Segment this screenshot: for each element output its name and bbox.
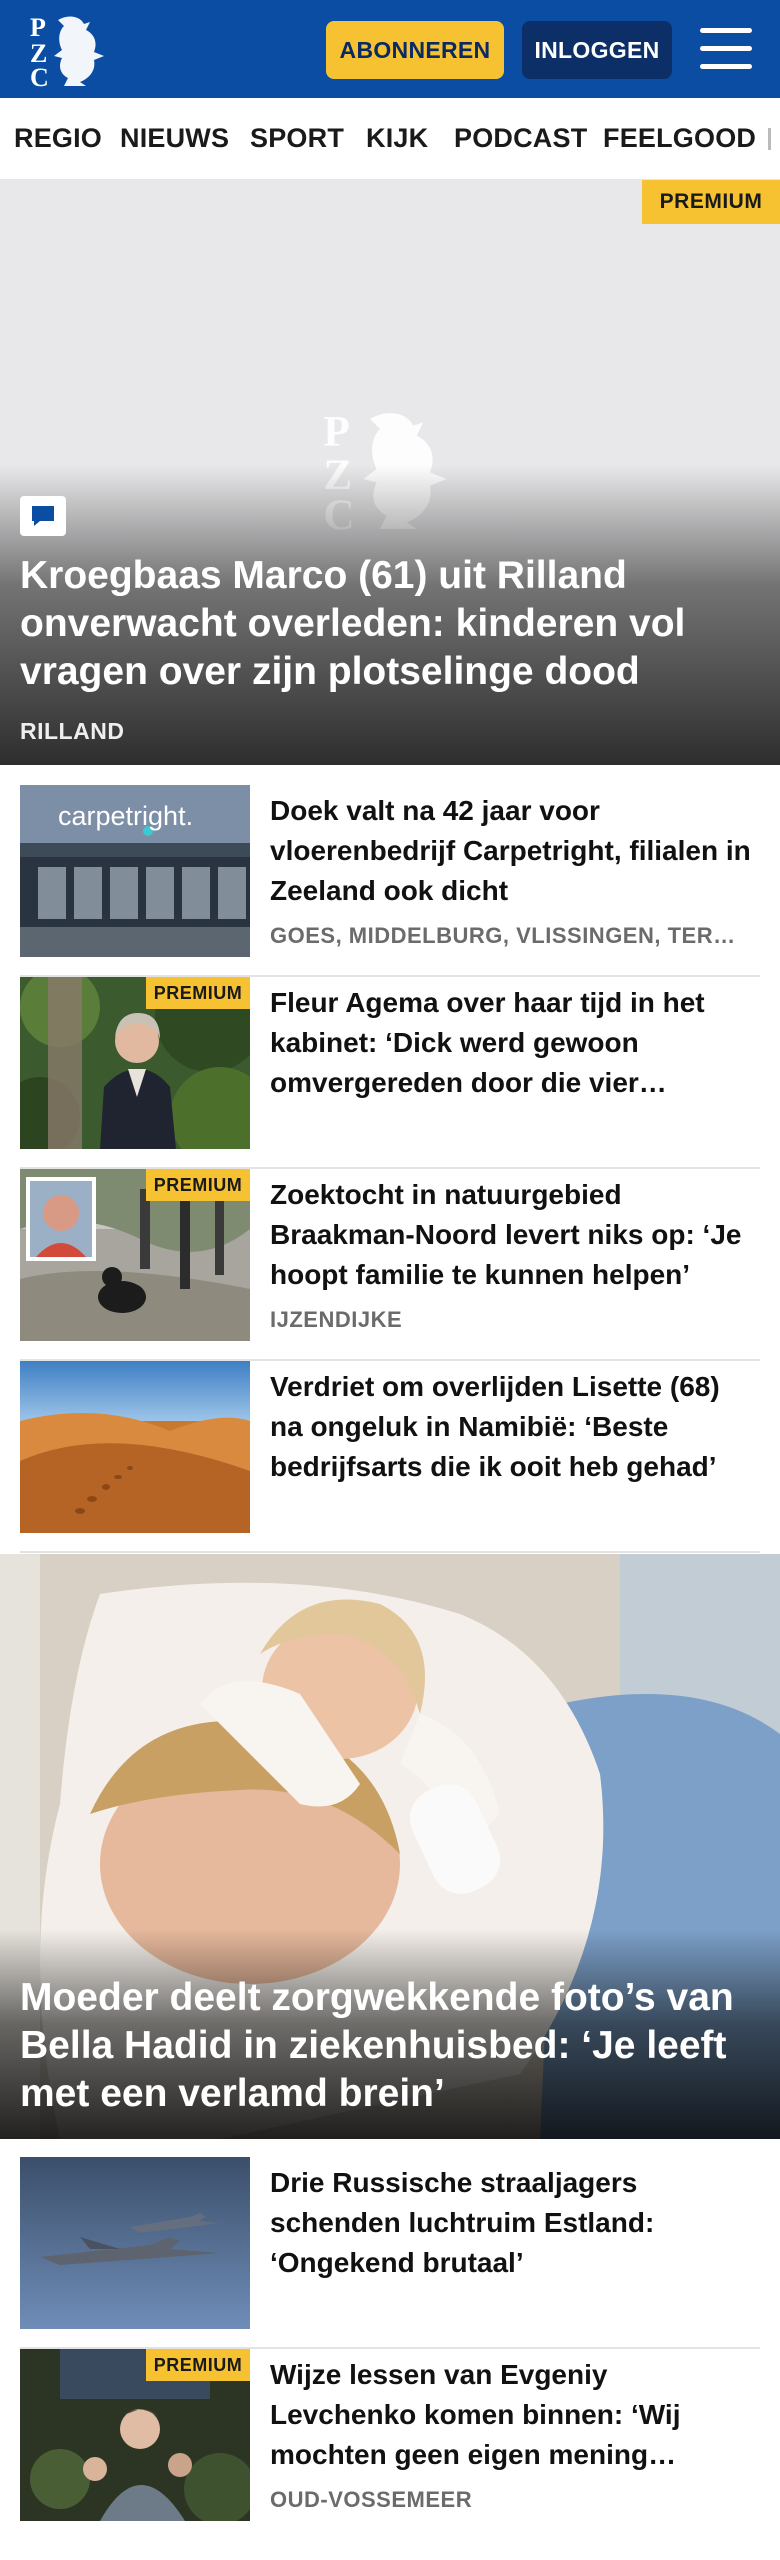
article-location: OUD-VOSSEMEER	[270, 2487, 473, 2512]
article-thumbnail: PREMIUM	[20, 1169, 250, 1341]
article-title[interactable]: Fleur Agema over haar tijd in het kabine…	[270, 983, 760, 1103]
main-navigation: REGIO NIEUWS SPORT KIJK PODCAST FEELGOOD	[0, 98, 780, 180]
pzc-logo[interactable]: P Z C	[28, 12, 112, 88]
subscribe-button[interactable]: ABONNEREN	[326, 21, 504, 79]
nav-item-regio[interactable]: REGIO	[14, 123, 102, 154]
nav-overflow-divider	[768, 128, 771, 150]
premium-badge: PREMIUM	[146, 1169, 250, 1201]
article-thumbnail	[20, 1361, 250, 1533]
list-item[interactable]: carpetright. Doek valt na 42 jaar voor v…	[20, 785, 760, 977]
article-title[interactable]: Wijze lessen van Evgeniy Levchenko komen…	[270, 2355, 760, 2475]
list-item[interactable]: Verdriet om overlijden Lisette (68) na o…	[20, 1361, 760, 1553]
svg-text:P: P	[30, 13, 46, 42]
svg-text:P: P	[323, 408, 349, 456]
article-location: IJZENDIJKE	[270, 1307, 403, 1332]
article-title[interactable]: Drie Russische straaljagers schenden luc…	[270, 2163, 760, 2283]
featured-article[interactable]: Moeder deelt zorgwekkende foto’s van Bel…	[0, 1554, 780, 2139]
article-title[interactable]: Zoektocht in natuurgebied Braakman-Noord…	[270, 1175, 760, 1295]
nav-item-sport[interactable]: SPORT	[250, 123, 344, 154]
hero-article[interactable]: P Z C PREMIUM Kroegbaas Marco (61) uit R…	[0, 180, 780, 765]
list-item[interactable]: PREMIUM Zoektocht in natuurgebied Braakm…	[20, 1169, 760, 1361]
article-thumbnail	[20, 2157, 250, 2329]
top-header: P Z C ABONNEREN INLOGGEN	[0, 0, 780, 98]
list-item[interactable]: Drie Russische straaljagers schenden luc…	[20, 2157, 760, 2349]
premium-badge: PREMIUM	[642, 180, 780, 224]
comment-icon	[20, 496, 66, 536]
premium-badge: PREMIUM	[146, 977, 250, 1009]
premium-badge: PREMIUM	[146, 2349, 250, 2381]
featured-title[interactable]: Moeder deelt zorgwekkende foto’s van Bel…	[20, 1974, 765, 2118]
article-thumbnail: carpetright.	[20, 785, 250, 957]
article-thumbnail: PREMIUM	[20, 2349, 250, 2521]
article-title[interactable]: Verdriet om overlijden Lisette (68) na o…	[270, 1367, 760, 1487]
hero-location: RILLAND	[20, 718, 125, 744]
hamburger-menu-icon[interactable]	[700, 26, 752, 72]
list-item[interactable]: PREMIUM Wijze lessen van Evgeniy Levchen…	[20, 2349, 760, 2539]
carpetright-sign-text: carpetright.	[58, 801, 194, 831]
article-location: GOES, MIDDELBURG, VLISSINGEN, TERNEUZEN	[270, 923, 750, 948]
nav-item-podcast[interactable]: PODCAST	[454, 123, 587, 154]
list-item[interactable]: PREMIUM Fleur Agema over haar tijd in he…	[20, 977, 760, 1169]
nav-item-feelgood[interactable]: FEELGOOD	[603, 123, 756, 154]
article-title[interactable]: Doek valt na 42 jaar voor vloerenbedrijf…	[270, 791, 760, 911]
nav-item-nieuws[interactable]: NIEUWS	[120, 123, 229, 154]
hero-title[interactable]: Kroegbaas Marco (61) uit Rilland onverwa…	[20, 552, 760, 696]
nav-item-kijk[interactable]: KIJK	[366, 123, 428, 154]
login-button[interactable]: INLOGGEN	[522, 21, 672, 79]
article-thumbnail: PREMIUM	[20, 977, 250, 1149]
svg-text:C: C	[30, 63, 49, 88]
